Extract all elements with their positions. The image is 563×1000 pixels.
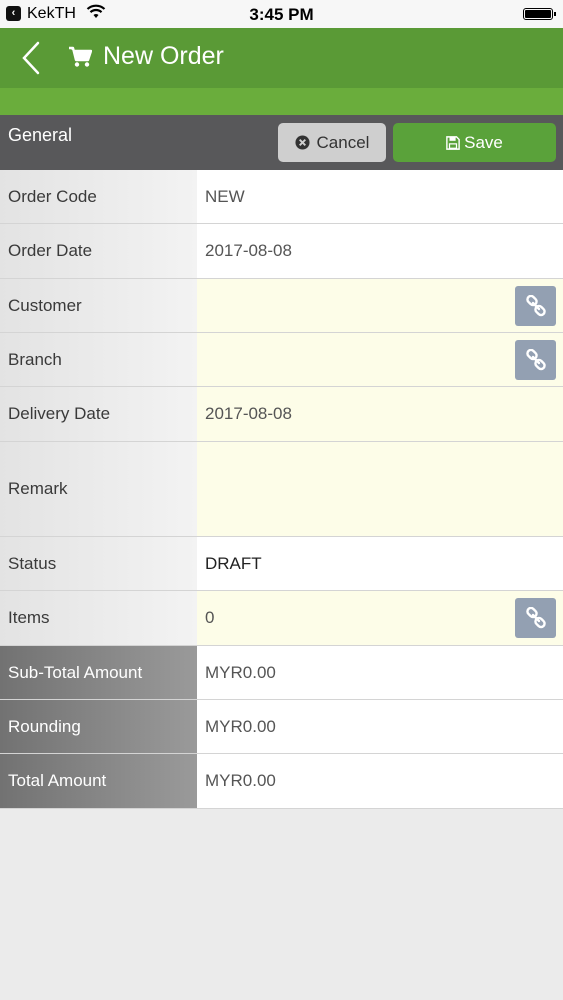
clock: 3:45 PM — [249, 5, 314, 24]
items-link-button[interactable] — [515, 598, 556, 638]
sub-total-value: MYR0.00 — [197, 646, 563, 699]
order-code-label: Order Code — [0, 170, 197, 223]
items-label: Items — [0, 591, 197, 645]
app-header: New Order — [0, 28, 563, 88]
customer-row: Customer — [0, 279, 563, 333]
page-title: New Order — [103, 42, 224, 70]
branch-field[interactable] — [197, 333, 563, 386]
delivery-date-field[interactable]: 2017-08-08 — [197, 387, 563, 441]
remark-row: Remark — [0, 442, 563, 537]
total-row: Total Amount MYR0.00 — [0, 754, 563, 809]
cancel-button[interactable]: Cancel — [278, 123, 386, 162]
rounding-label: Rounding — [0, 700, 197, 753]
items-value: 0 — [205, 608, 215, 627]
chain-link-icon — [525, 349, 546, 371]
cart-icon — [68, 46, 93, 68]
customer-field[interactable] — [197, 279, 563, 332]
branch-link-button[interactable] — [515, 340, 556, 380]
status-bar: ‹ KekTH 3:45 PM — [0, 0, 563, 28]
save-button[interactable]: Save — [393, 123, 556, 162]
items-field[interactable]: 0 — [197, 591, 563, 645]
chevron-left-icon — [22, 41, 40, 75]
branch-label: Branch — [0, 333, 197, 386]
header-subbar — [0, 88, 563, 115]
order-form: Order Code NEW Order Date 2017-08-08 Cus… — [0, 170, 563, 809]
rounding-row: Rounding MYR0.00 — [0, 700, 563, 754]
remark-label: Remark — [0, 442, 197, 536]
order-date-value: 2017-08-08 — [197, 224, 563, 278]
section-toolbar: General Cancel Save — [0, 115, 563, 170]
status-row: Status DRAFT — [0, 537, 563, 591]
customer-label: Customer — [0, 279, 197, 332]
customer-link-button[interactable] — [515, 286, 556, 326]
total-value: MYR0.00 — [197, 754, 563, 808]
order-code-value: NEW — [197, 170, 563, 223]
section-title: General — [8, 125, 73, 145]
sub-total-label: Sub-Total Amount — [0, 646, 197, 699]
status-label: Status — [0, 537, 197, 590]
battery-icon — [523, 8, 556, 20]
remark-textarea[interactable] — [197, 442, 563, 536]
rounding-value: MYR0.00 — [197, 700, 563, 753]
chain-link-icon — [525, 295, 546, 317]
delivery-date-label: Delivery Date — [0, 387, 197, 441]
delivery-date-row: Delivery Date 2017-08-08 — [0, 387, 563, 442]
order-date-label: Order Date — [0, 224, 197, 278]
sub-total-row: Sub-Total Amount MYR0.00 — [0, 646, 563, 700]
total-label: Total Amount — [0, 754, 197, 808]
times-circle-icon — [295, 135, 310, 150]
floppy-disk-icon — [446, 135, 460, 150]
delivery-date-value: 2017-08-08 — [205, 404, 292, 423]
items-row: Items 0 — [0, 591, 563, 646]
back-button[interactable] — [14, 40, 48, 76]
branch-row: Branch — [0, 333, 563, 387]
chain-link-icon — [525, 607, 546, 629]
status-value: DRAFT — [197, 537, 563, 590]
order-date-row: Order Date 2017-08-08 — [0, 224, 563, 279]
cancel-button-label: Cancel — [316, 132, 370, 152]
save-button-label: Save — [464, 132, 503, 152]
order-code-row: Order Code NEW — [0, 170, 563, 224]
